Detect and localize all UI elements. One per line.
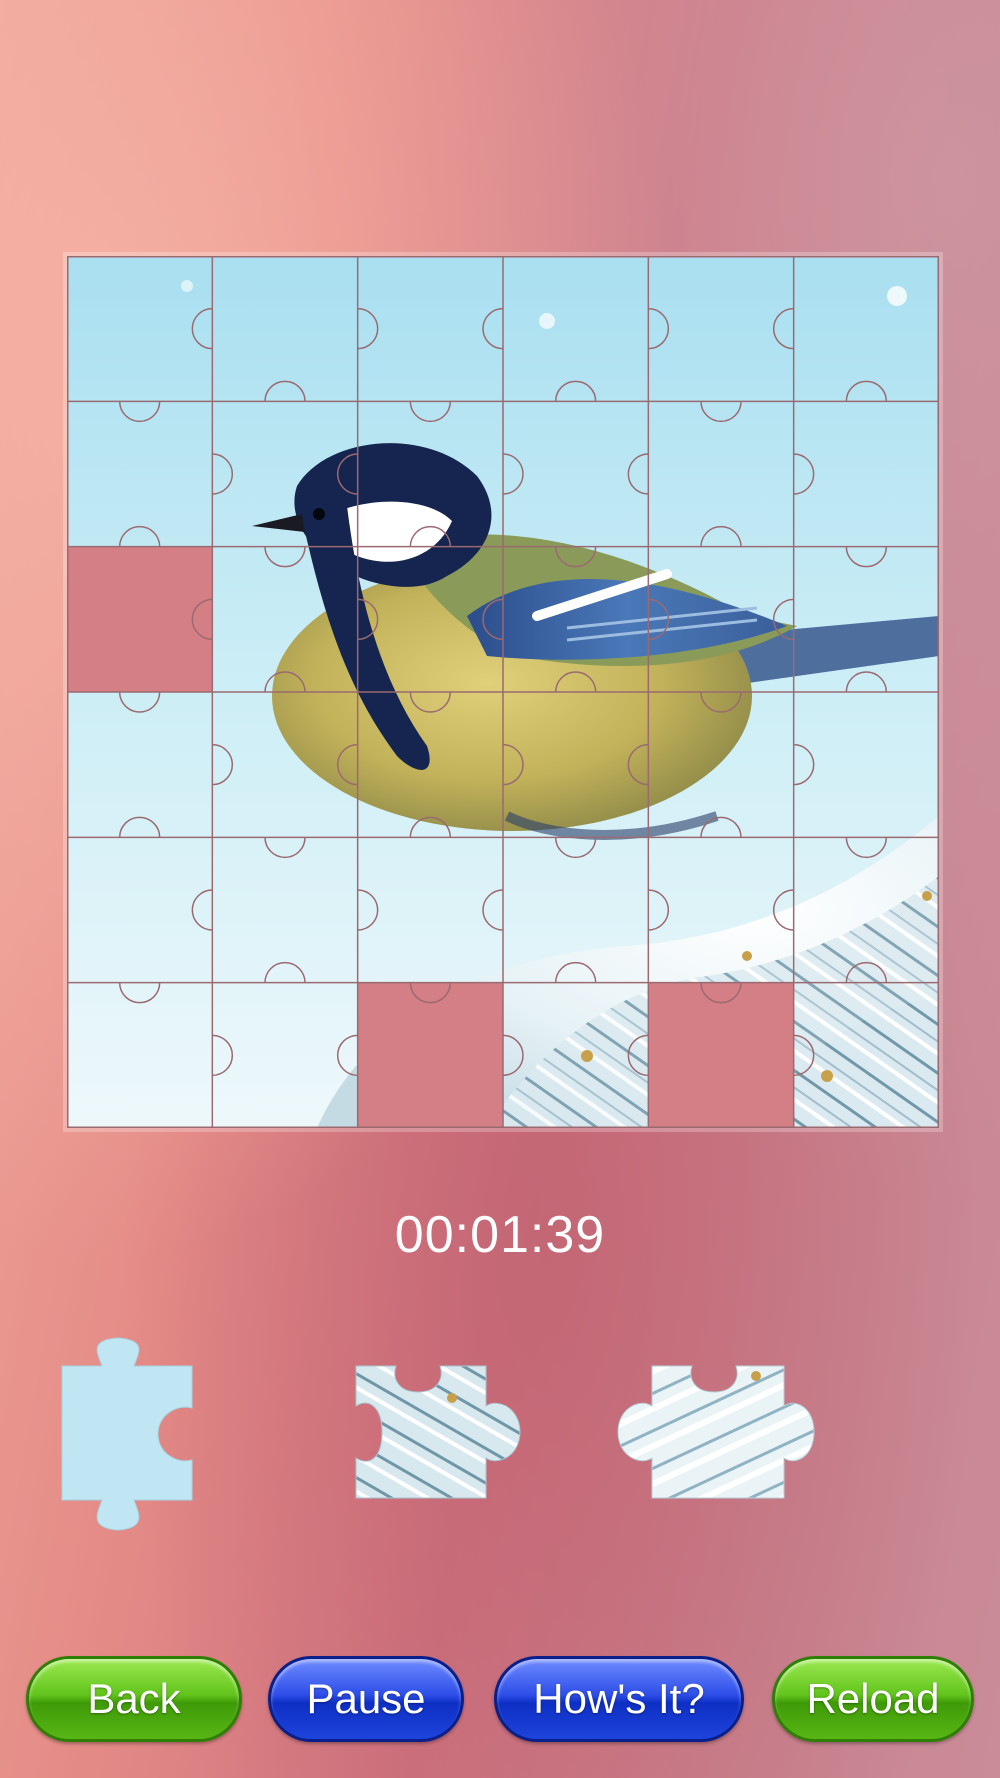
hows-it-button[interactable]: How's It? <box>494 1656 744 1742</box>
puzzle-board <box>67 256 939 1128</box>
game-screen: 00:01:39 Back Pause How's It? Reload <box>0 0 1000 1778</box>
elapsed-timer: 00:01:39 <box>394 1206 606 1264</box>
tray-piece-pine-branch[interactable] <box>352 1362 522 1507</box>
puzzle-image <box>67 256 939 1128</box>
tray-piece-sky[interactable] <box>58 1334 198 1539</box>
empty-slot[interactable] <box>67 546 213 692</box>
reload-button[interactable]: Reload <box>772 1656 974 1742</box>
empty-slot[interactable] <box>357 982 503 1128</box>
tray-piece-snowy-pine[interactable] <box>616 1362 816 1507</box>
empty-slot[interactable] <box>648 982 794 1128</box>
back-button[interactable]: Back <box>26 1656 242 1742</box>
pause-button[interactable]: Pause <box>268 1656 464 1742</box>
